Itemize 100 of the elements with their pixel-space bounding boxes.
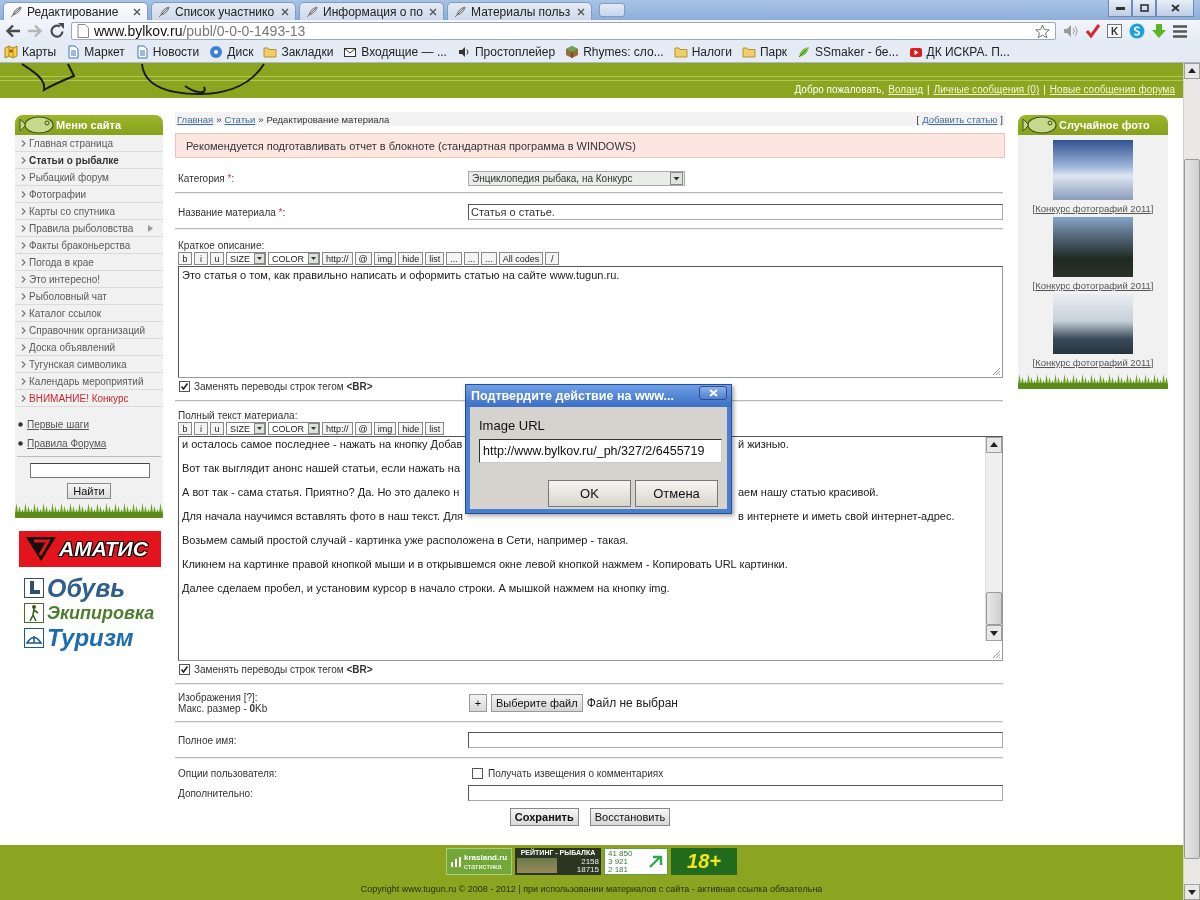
menu-item[interactable]: Это интересно! — [15, 271, 163, 288]
format-button[interactable]: ... — [481, 252, 497, 265]
choose-file-button[interactable]: Выберите файл — [491, 694, 583, 712]
reset-button[interactable]: Восстановить — [589, 808, 671, 826]
bookmark[interactable]: Парк — [741, 45, 788, 59]
checkbox[interactable] — [179, 380, 190, 392]
bookmark[interactable]: Входящие — ... — [343, 45, 447, 59]
format-button[interactable]: hide — [398, 252, 424, 265]
format-button[interactable]: http:// — [322, 422, 353, 435]
address-field[interactable]: www.bylkov.ru/publ/0-0-0-1493-13 — [71, 22, 1056, 40]
menu-item[interactable]: Факты браконьерства — [15, 237, 163, 254]
format-button[interactable]: list — [425, 252, 445, 265]
maximize-button[interactable] — [1132, 0, 1156, 17]
menu-item[interactable]: Рыбацкий форум — [15, 169, 163, 186]
close-icon[interactable] — [577, 7, 585, 16]
format-button[interactable]: b — [178, 422, 192, 435]
photo-placeholder[interactable] — [1053, 294, 1133, 354]
add-article-link[interactable]: Добавить статью — [922, 113, 998, 125]
format-button[interactable]: img — [373, 252, 397, 265]
dialog-button[interactable]: OK — [548, 480, 631, 507]
category-select[interactable]: Энциклопедия рыбака, на Конкурс — [468, 170, 685, 186]
format-button[interactable]: @ — [354, 252, 372, 265]
format-dropdown[interactable]: COLOR — [268, 252, 321, 265]
sidebar-link[interactable]: Первые шаги — [27, 419, 89, 430]
ad-category-link[interactable]: Обувь — [47, 574, 126, 602]
search-button[interactable]: Найти — [67, 483, 111, 499]
close-icon[interactable] — [281, 7, 289, 16]
close-button[interactable] — [1156, 0, 1194, 17]
scrollbar[interactable] — [985, 437, 1002, 641]
speaker-icon[interactable] — [1063, 24, 1079, 38]
text-area[interactable]: Это статья о том, как правильно написать и оформить статью на сайте www.tugun.ru. — [178, 266, 1003, 378]
format-button[interactable]: All codes — [498, 252, 544, 265]
star-icon[interactable] — [1035, 23, 1050, 39]
additional-input[interactable] — [468, 785, 1003, 801]
scroll-up-icon[interactable] — [986, 437, 1002, 453]
scroll-thumb[interactable] — [1184, 159, 1200, 859]
format-button[interactable]: i — [194, 252, 208, 265]
format-button[interactable]: @ — [354, 422, 372, 435]
menu-item[interactable]: Фотографии — [15, 186, 163, 203]
browser-tab[interactable]: Материалы польз — [447, 2, 592, 20]
ad-banner[interactable]: АМАТИС — [19, 531, 161, 567]
scroll-up-icon[interactable] — [1184, 63, 1200, 79]
menu-item[interactable]: Календарь мероприятий — [15, 373, 163, 390]
bookmark[interactable]: Новости — [134, 45, 200, 59]
format-button[interactable]: i — [194, 422, 208, 435]
browser-tab[interactable]: Список участнико — [151, 2, 296, 20]
format-button[interactable]: ... — [446, 252, 462, 265]
resize-grip-icon[interactable] — [992, 367, 1001, 376]
scrollbar[interactable] — [1183, 63, 1200, 900]
dialog-button[interactable]: Отмена — [635, 480, 718, 507]
format-button[interactable]: img — [373, 422, 397, 435]
menu-item[interactable]: Тугунская символика — [15, 356, 163, 373]
format-dropdown[interactable]: SIZE — [226, 422, 266, 435]
browser-tab[interactable]: Информация о по — [299, 2, 444, 20]
menu-item[interactable]: Карты со спутника — [15, 203, 163, 220]
menu-item[interactable]: Рыболовный чат — [15, 288, 163, 305]
back-icon[interactable] — [5, 23, 21, 39]
bookmark[interactable]: SSmaker - бе... — [797, 45, 899, 59]
menu-item[interactable]: Правила рыболовства — [15, 220, 163, 237]
logo-icon[interactable] — [1129, 23, 1145, 39]
menu-item[interactable]: Доска объявлений — [15, 339, 163, 356]
url-input[interactable]: http://www.bylkov.ru/_ph/327/2/6455719 — [479, 439, 722, 463]
menu-icon[interactable] — [1173, 24, 1187, 38]
bookmark[interactable]: Маркет — [66, 45, 125, 59]
resize-grip-icon[interactable] — [992, 650, 1001, 659]
menu-item[interactable]: Справочник организаций — [15, 322, 163, 339]
tick-icon[interactable] — [1086, 24, 1100, 38]
breadcrumb-link[interactable]: Главная — [177, 113, 214, 125]
browser-tab[interactable]: Редактирование — [3, 2, 148, 20]
bookmark[interactable]: Карты — [4, 45, 57, 59]
format-button[interactable]: http:// — [322, 252, 353, 265]
sidebar-link[interactable]: Правила Форума — [27, 438, 107, 449]
format-dropdown[interactable]: COLOR — [268, 422, 321, 435]
search-field[interactable] — [30, 463, 150, 478]
bookmark[interactable]: Закладки — [263, 45, 334, 59]
format-button[interactable]: / — [545, 252, 560, 265]
format-button[interactable]: u — [210, 422, 224, 435]
scroll-down-icon[interactable] — [1184, 884, 1200, 900]
bookmark[interactable]: ДК ИСКРА. П... — [908, 45, 1010, 59]
breadcrumb-link[interactable]: Статьи — [224, 113, 256, 125]
format-button[interactable]: b — [178, 252, 192, 265]
menu-item[interactable]: Погода в крае — [15, 254, 163, 271]
format-button[interactable]: hide — [398, 422, 424, 435]
close-icon[interactable] — [133, 7, 141, 16]
minimize-button[interactable] — [1108, 0, 1132, 17]
dialog-close-button[interactable] — [699, 386, 727, 400]
bookmark[interactable]: Диск — [209, 45, 254, 59]
checkbox[interactable] — [472, 767, 483, 779]
photo-caption-link[interactable]: Конкурс фотографий 2011 — [1035, 280, 1151, 291]
format-dropdown[interactable]: SIZE — [226, 252, 266, 265]
format-button[interactable]: list — [425, 422, 445, 435]
title-input[interactable]: Статья о статье. — [468, 204, 1003, 220]
photo-placeholder[interactable] — [1053, 140, 1133, 200]
menu-item[interactable]: ВНИМАНИЕ! Конкурс — [15, 390, 163, 407]
save-button[interactable]: Сохранить — [509, 808, 579, 826]
checkbox[interactable] — [179, 663, 190, 675]
photo-caption-link[interactable]: Конкурс фотографий 2011 — [1035, 357, 1151, 368]
ad-category-link[interactable]: Туризм — [47, 624, 134, 652]
bookmark[interactable]: Rhymes: сло... — [565, 45, 664, 59]
scroll-thumb[interactable] — [986, 592, 1002, 625]
